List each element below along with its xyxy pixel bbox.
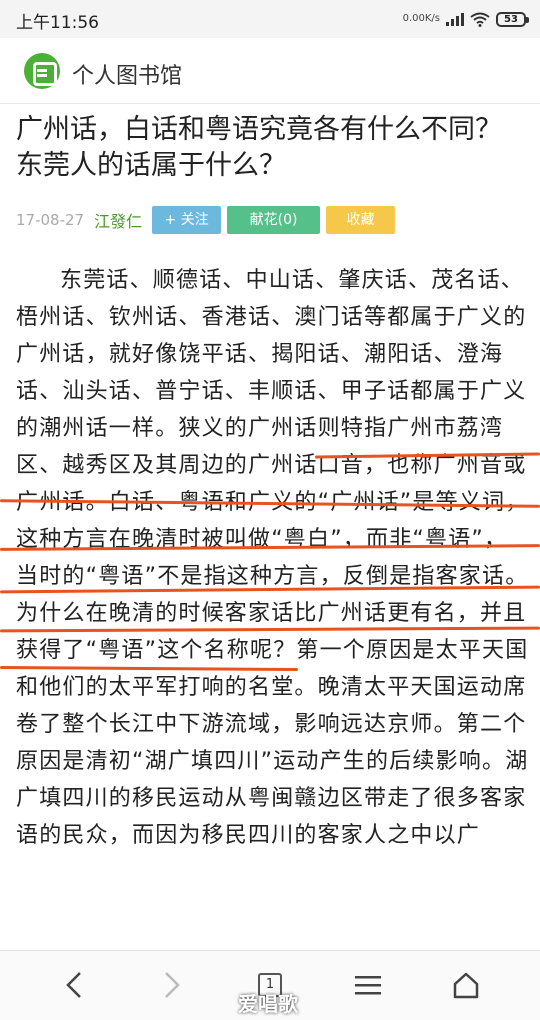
article-meta: 17-08-27 江發仁 + 关注 献花(0) 收藏	[16, 206, 401, 234]
forward-button[interactable]	[150, 965, 194, 1005]
site-logo-icon[interactable]	[24, 53, 60, 89]
article-body: 东莞话、顺德话、中山话、肇庆话、茂名话、梧州话、钦州话、香港话、澳门话等都属于广…	[16, 262, 530, 854]
site-header: 个人图书馆	[0, 38, 540, 104]
flower-button[interactable]: 献花(0)	[227, 206, 321, 234]
collect-button[interactable]: 收藏	[326, 206, 396, 234]
menu-icon	[355, 976, 381, 995]
home-button[interactable]	[444, 965, 488, 1005]
home-icon	[453, 972, 479, 999]
article-author[interactable]: 江發仁	[94, 208, 142, 232]
follow-button[interactable]: + 关注	[152, 206, 222, 234]
battery-icon: 53	[496, 11, 529, 27]
net-speed: 0.00K/s	[402, 13, 440, 24]
back-arrow-icon	[66, 972, 81, 998]
signal-icon	[446, 12, 464, 26]
forward-arrow-icon	[165, 972, 180, 998]
status-time: 上午11:56	[16, 13, 99, 33]
wifi-icon	[470, 12, 490, 27]
status-bar: 上午11:56 0.00K/s 53	[0, 0, 540, 38]
menu-button[interactable]	[346, 965, 390, 1005]
site-name[interactable]: 个人图书馆	[72, 58, 182, 90]
back-button[interactable]	[52, 965, 96, 1005]
article-paragraph: 东莞话、顺德话、中山话、肇庆话、茂名话、梧州话、钦州话、香港话、澳门话等都属于广…	[16, 268, 529, 848]
article-title: 广州话，白话和粤语究竟各有什么不同？东莞人的话属于什么？	[16, 114, 502, 181]
watermark: 爱唱歌	[238, 992, 298, 1016]
status-icons: 0.00K/s 53	[402, 8, 529, 30]
article-date: 17-08-27	[16, 211, 85, 229]
